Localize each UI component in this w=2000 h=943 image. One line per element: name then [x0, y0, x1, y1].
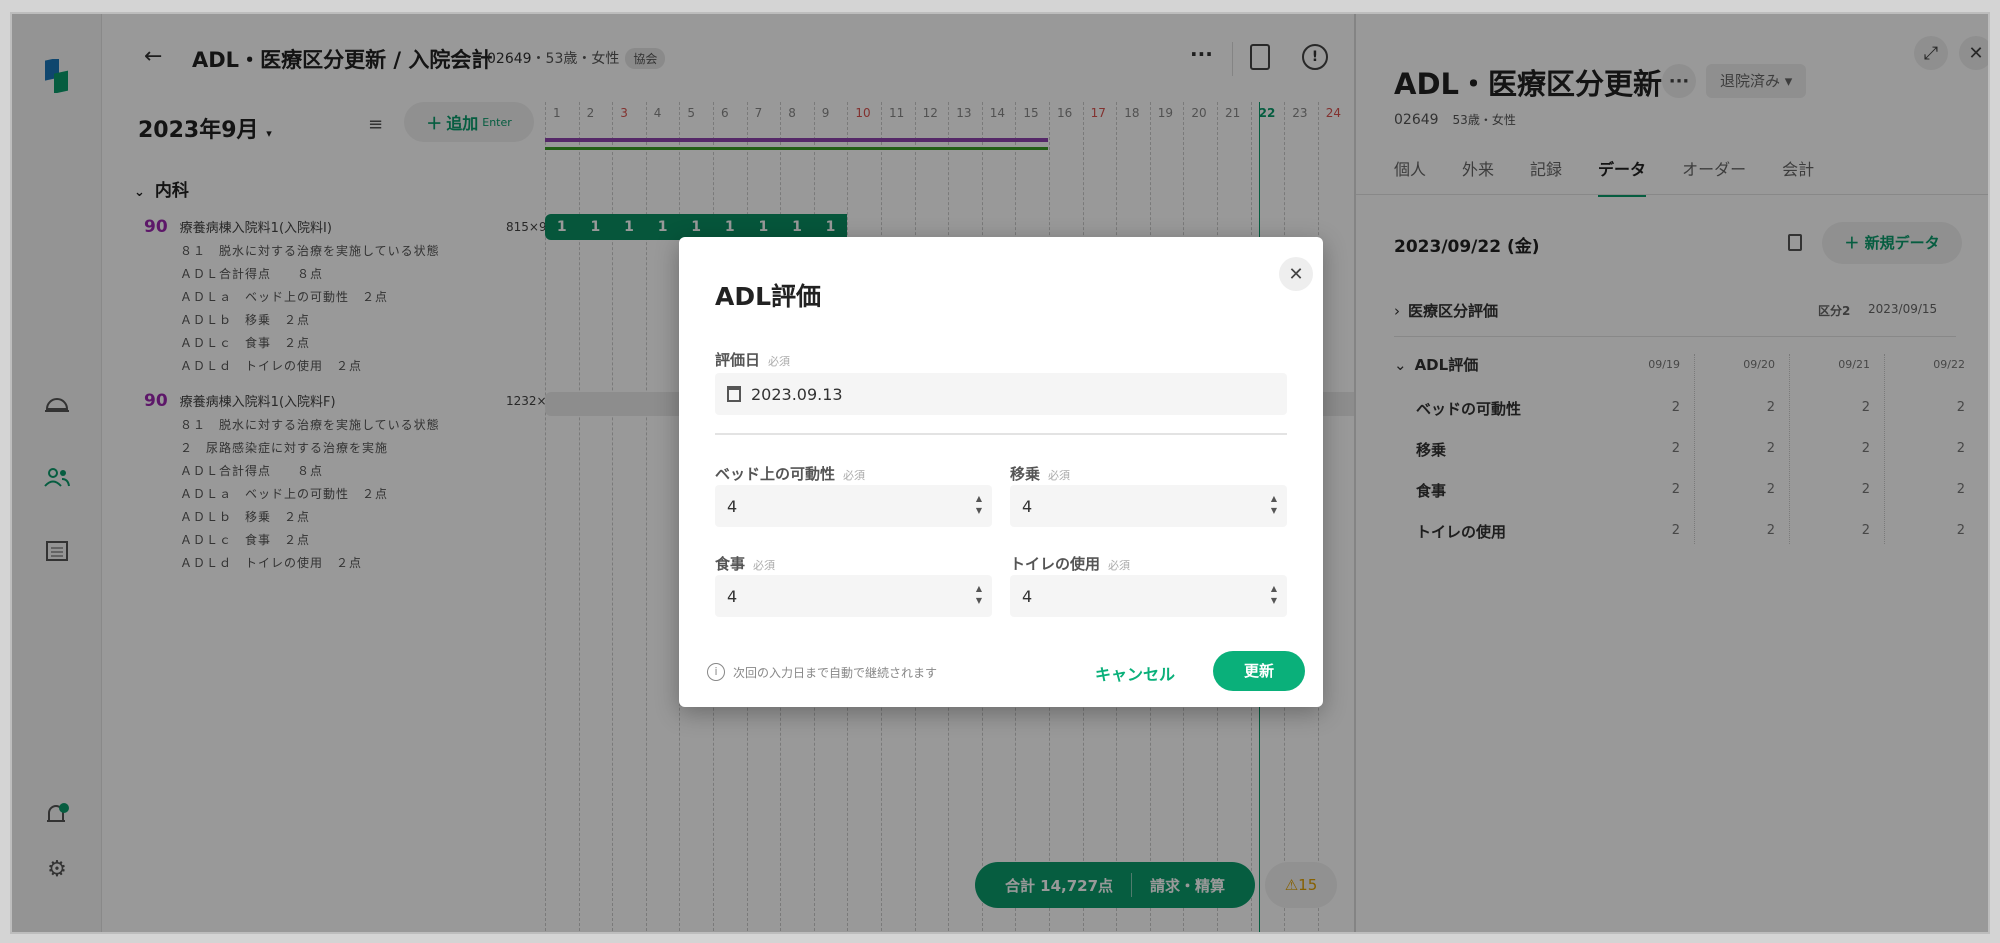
score-value: 4 — [1022, 496, 1033, 516]
field-label: 移乗 必須 — [1010, 463, 1070, 484]
app-window: ⚙ ← ADL・医療区分更新 / 入院会計 02649・53歳・女性 協会 ···… — [10, 12, 1990, 934]
score-stepper[interactable]: 4 ▲ ▼ — [1010, 485, 1287, 527]
required-tag: 必須 — [843, 469, 866, 482]
divider — [715, 433, 1287, 435]
date-label-text: 評価日 — [715, 351, 761, 369]
calendar-icon — [727, 386, 741, 402]
stepper-arrows-icon[interactable]: ▲ ▼ — [976, 583, 982, 607]
required-tag: 必須 — [753, 559, 776, 572]
stepper-arrows-icon[interactable]: ▲ ▼ — [1271, 493, 1277, 517]
date-value: 2023.09.13 — [751, 384, 843, 404]
modal-title: ADL評価 — [715, 282, 822, 311]
cancel-button[interactable]: キャンセル — [1089, 657, 1181, 689]
field-label-text: トイレの使用 — [1010, 555, 1101, 573]
modal-close-icon[interactable]: ✕ — [1279, 257, 1313, 291]
score-value: 4 — [727, 496, 738, 516]
update-button[interactable]: 更新 — [1213, 651, 1305, 691]
note-text: 次回の入力日まで自動で継続されます — [733, 665, 938, 680]
auto-continue-note: i 次回の入力日まで自動で継続されます — [707, 663, 937, 681]
required-tag: 必須 — [1048, 469, 1071, 482]
stepper-arrows-icon[interactable]: ▲ ▼ — [976, 493, 982, 517]
field-label: トイレの使用 必須 — [1010, 553, 1130, 574]
required-tag: 必須 — [1108, 559, 1131, 572]
stepper-arrows-icon[interactable]: ▲ ▼ — [1271, 583, 1277, 607]
score-value: 4 — [727, 586, 738, 606]
score-stepper[interactable]: 4 ▲ ▼ — [1010, 575, 1287, 617]
adl-modal: ADL評価 ✕ 評価日 必須 2023.09.13 ベッド上の可動性 必須 4 ▲ ▼ 移乗… — [679, 237, 1323, 707]
field-label-text: 移乗 — [1010, 465, 1041, 483]
field-label: 食事 必須 — [715, 553, 775, 574]
info-icon: i — [707, 663, 725, 681]
field-label-text: 食事 — [715, 555, 746, 573]
field-label-text: ベッド上の可動性 — [715, 465, 836, 483]
field-label: ベッド上の可動性 必須 — [715, 463, 865, 484]
date-input[interactable]: 2023.09.13 — [715, 373, 1287, 415]
date-label: 評価日 必須 — [715, 349, 790, 370]
score-stepper[interactable]: 4 ▲ ▼ — [715, 485, 992, 527]
score-value: 4 — [1022, 586, 1033, 606]
required-tag: 必須 — [768, 355, 791, 368]
score-stepper[interactable]: 4 ▲ ▼ — [715, 575, 992, 617]
